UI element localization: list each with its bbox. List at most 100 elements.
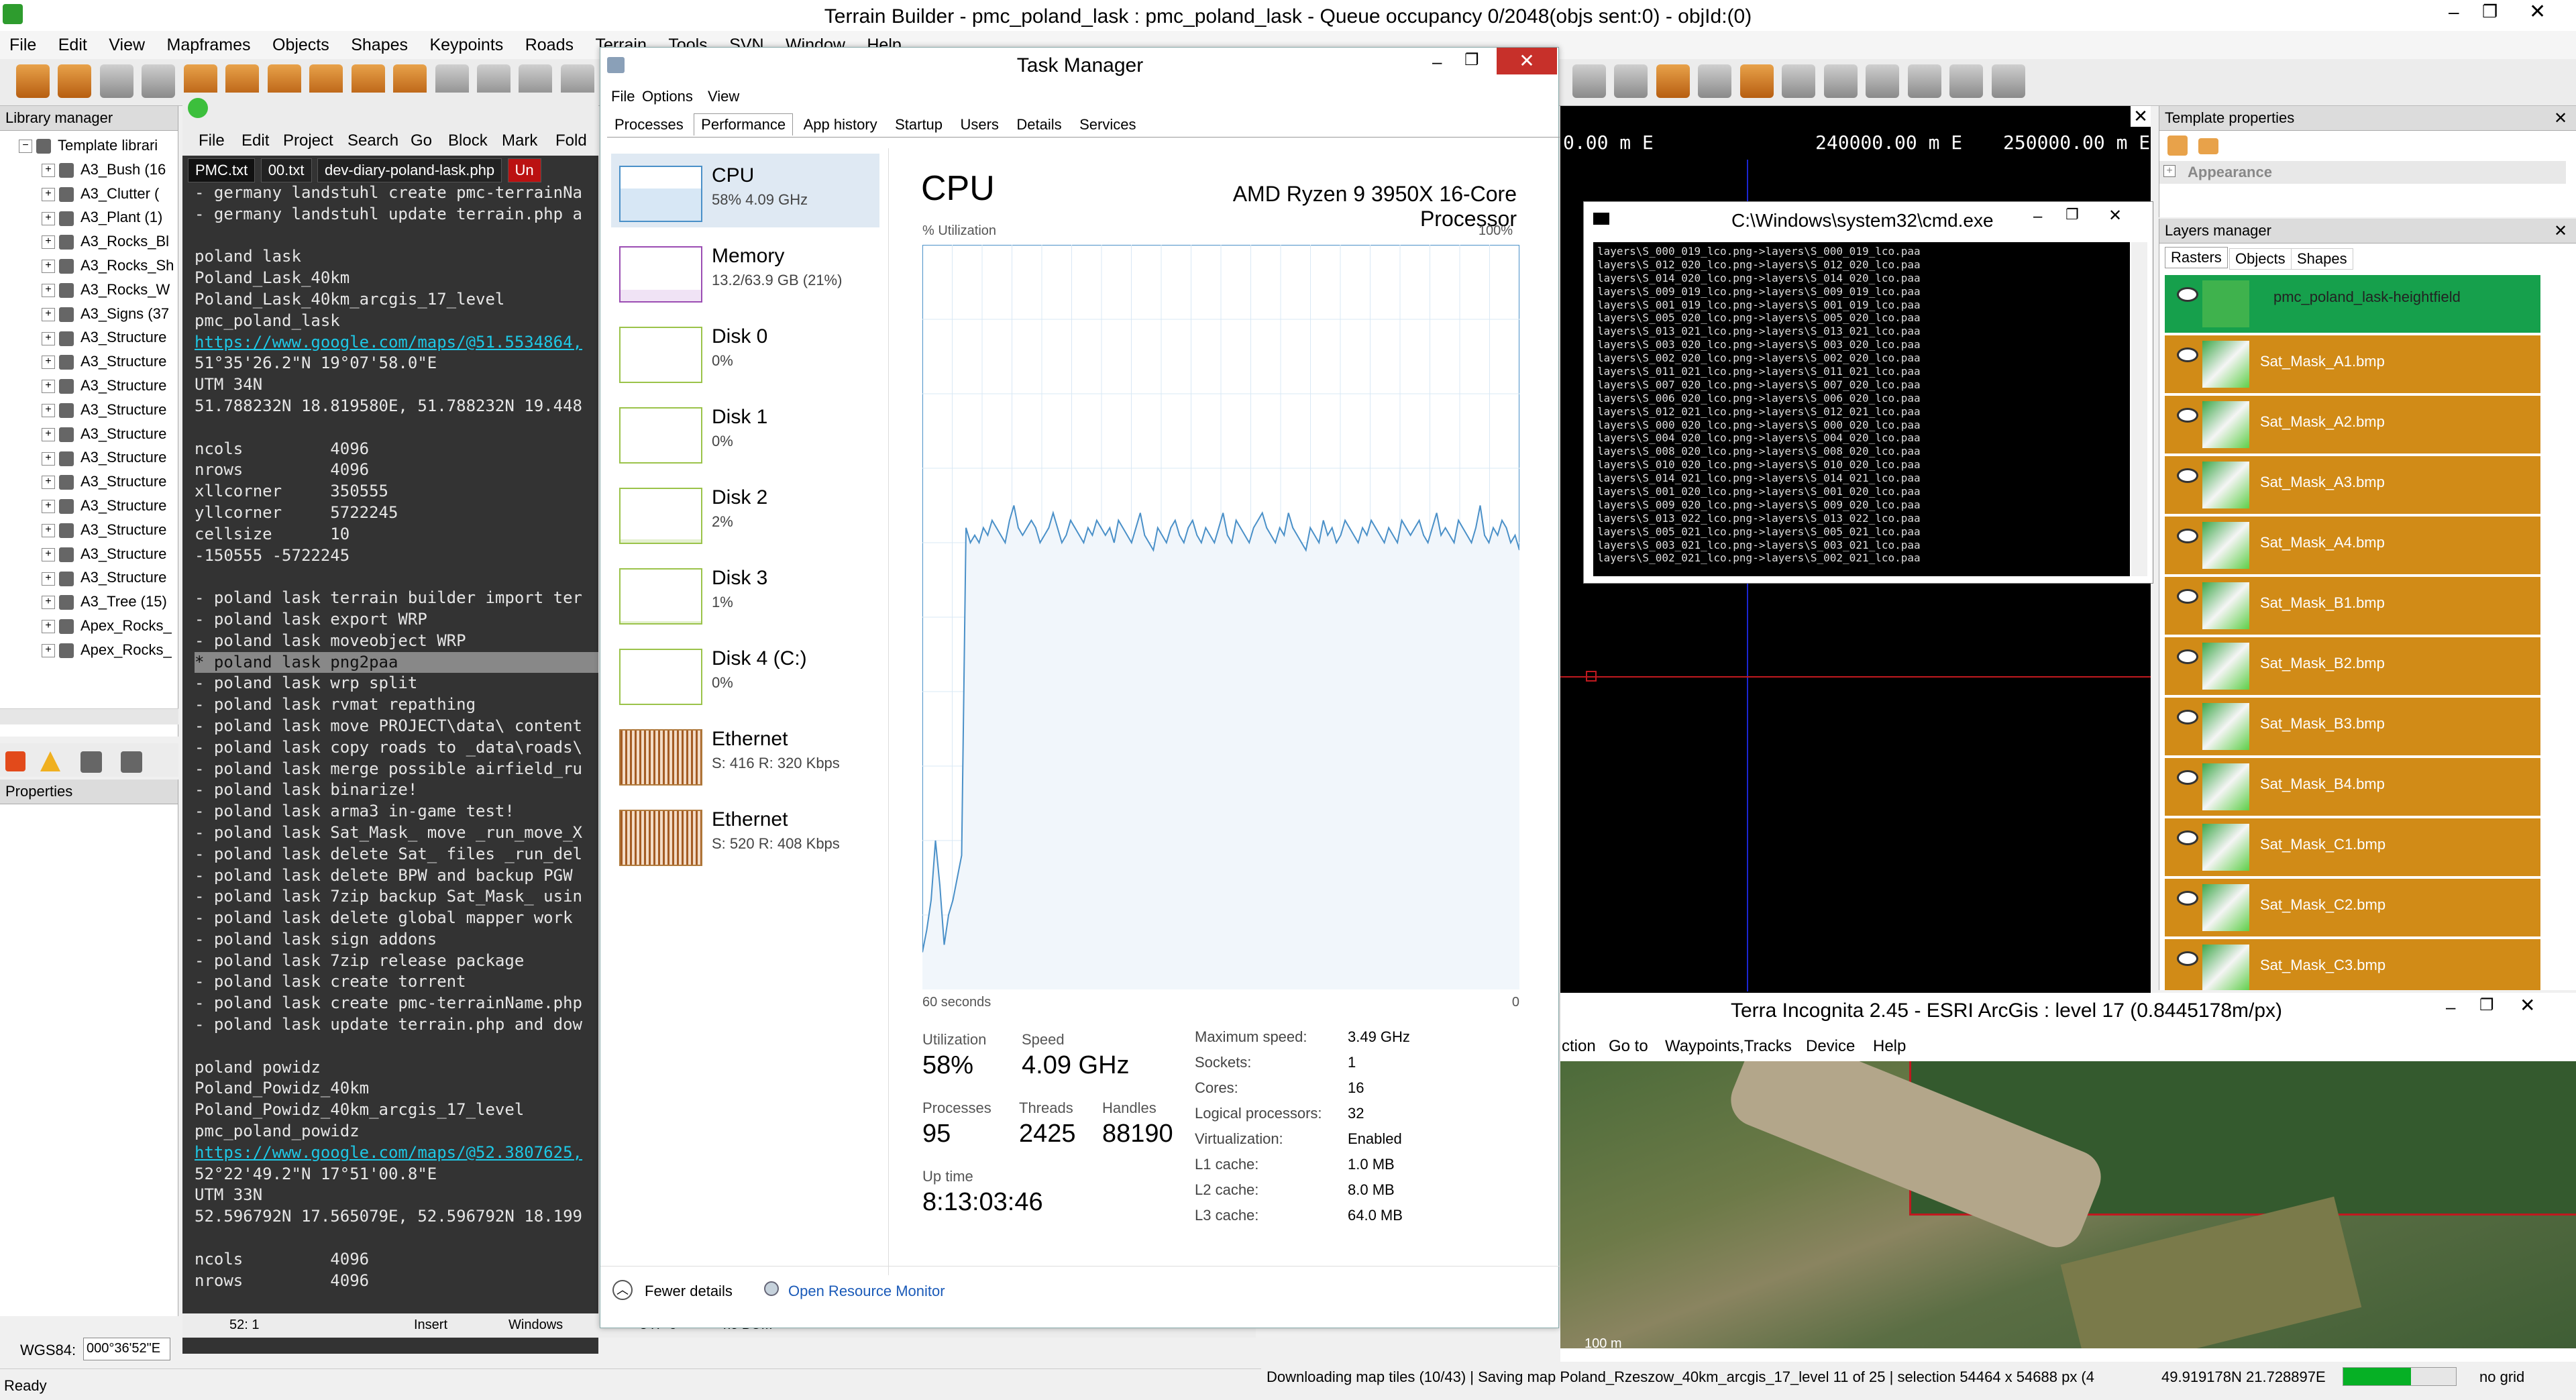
select-icon[interactable]	[1782, 64, 1816, 98]
layer-heightfield[interactable]: pmc_poland_lask-heightfield	[2165, 275, 2540, 335]
tab-00[interactable]: 00.txt	[260, 158, 312, 182]
terra-grid-select[interactable]: no grid	[2479, 1368, 2524, 1386]
tab-untitled[interactable]: Un	[507, 158, 541, 182]
resource-memory[interactable]: Memory 13.2/63.9 GB (21%)	[611, 234, 879, 308]
cmd-maximize[interactable]: ❐	[2065, 206, 2079, 223]
editor-text-area[interactable]: - germany landstuhl create pmc-terrainNa…	[195, 182, 598, 1296]
expand-toggle-icon[interactable]: +	[42, 283, 55, 297]
resource-disk-4[interactable]: Disk 4 (C:) 0%	[611, 637, 879, 710]
expand-toggle-icon[interactable]: +	[42, 331, 55, 345]
layer-row[interactable]: Sat_Mask_B3.bmp	[2165, 698, 2540, 758]
expand-toggle-icon[interactable]: +	[42, 572, 55, 586]
grid-icon[interactable]	[1572, 64, 1606, 98]
layer-row[interactable]: Sat_Mask_A1.bmp	[2165, 335, 2540, 396]
tree-item[interactable]: + A3_Clutter (	[0, 182, 178, 206]
tree-item[interactable]: + A3_Signs (37	[0, 302, 178, 326]
expand-toggle-icon[interactable]: +	[42, 643, 55, 657]
eye-icon[interactable]	[2177, 287, 2198, 302]
expand-toggle-icon[interactable]: +	[42, 187, 55, 201]
library-hscroll[interactable]	[0, 708, 178, 724]
export-icon[interactable]	[121, 751, 142, 773]
layer-row[interactable]: Sat_Mask_B2.bmp	[2165, 637, 2540, 698]
cmd-console[interactable]: layers\S_000_019_lco.png->layers\S_000_0…	[1593, 242, 2130, 576]
expand-toggle-icon[interactable]: +	[42, 235, 55, 250]
tree-item[interactable]: + A3_Structure	[0, 325, 178, 349]
layer-icon[interactable]	[2198, 138, 2218, 154]
close-button[interactable]: ✕	[2529, 0, 2546, 23]
tm-menu-options[interactable]: Options	[642, 88, 693, 105]
tree-item[interactable]: + A3_Rocks_Sh	[0, 254, 178, 278]
tree-item[interactable]: + A3_Structure	[0, 542, 178, 566]
tm-menu-file[interactable]: File	[611, 88, 635, 105]
editor-menu-mark[interactable]: Mark	[502, 131, 537, 150]
expand-toggle-icon[interactable]: +	[42, 380, 55, 394]
editor-menu-file[interactable]: File	[199, 131, 225, 150]
tree-item[interactable]: + A3_Plant (1)	[0, 205, 178, 229]
editor-link-line[interactable]: https://www.google.com/maps/@51.5534864,	[195, 332, 598, 354]
tab-details[interactable]: Details	[1009, 113, 1069, 136]
save-icon[interactable]	[99, 64, 133, 98]
template-properties-close[interactable]: ✕	[2554, 109, 2567, 128]
editor-menu-go[interactable]: Go	[411, 131, 432, 150]
warning-icon[interactable]	[40, 751, 60, 771]
tree-item[interactable]: + A3_Structure	[0, 349, 178, 374]
tm-minimize[interactable]: –	[1432, 52, 1442, 72]
map-view-close[interactable]: ✕	[2131, 106, 2151, 127]
layer-row[interactable]: Sat_Mask_B1.bmp	[2165, 577, 2540, 637]
settings-icon[interactable]	[1991, 64, 2025, 98]
terra-menu-help[interactable]: Help	[1873, 1037, 1906, 1056]
menu-keypoints[interactable]: Keypoints	[420, 31, 513, 59]
tab-processes[interactable]: Processes	[607, 113, 691, 136]
layers-manager-close[interactable]: ✕	[2554, 221, 2567, 241]
expand-toggle-icon[interactable]: +	[42, 163, 55, 177]
tab-users[interactable]: Users	[953, 113, 1006, 136]
zoom-out-icon[interactable]	[1866, 64, 1900, 98]
resource-disk-0[interactable]: Disk 0 0%	[611, 315, 879, 388]
layer-row[interactable]: Sat_Mask_C2.bmp	[2165, 879, 2540, 939]
tab-app-history[interactable]: App history	[796, 113, 885, 136]
editor-menu-project[interactable]: Project	[283, 131, 333, 150]
new-file-icon[interactable]	[16, 64, 50, 98]
menu-shapes[interactable]: Shapes	[341, 31, 417, 59]
layer-row[interactable]: Sat_Mask_B4.bmp	[2165, 758, 2540, 818]
save-all-icon[interactable]	[142, 64, 176, 98]
tab-rasters[interactable]: Rasters	[2165, 247, 2228, 268]
menu-mapframes[interactable]: Mapframes	[158, 31, 260, 59]
tree-item[interactable]: + A3_Structure	[0, 470, 178, 494]
tab-performance[interactable]: Performance	[694, 113, 794, 136]
appearance-row[interactable]: + Appearance	[2159, 161, 2566, 184]
expand-toggle-icon[interactable]: +	[42, 476, 55, 490]
tree-item[interactable]: + A3_Rocks_Bl	[0, 229, 178, 254]
eye-icon[interactable]	[2177, 770, 2198, 785]
tree-item[interactable]: + A3_Structure	[0, 518, 178, 542]
expand-toggle-icon[interactable]: −	[19, 140, 32, 154]
expand-toggle-icon[interactable]: +	[42, 211, 55, 225]
resource-ethernet-2[interactable]: Ethernet S: 520 R: 408 Kbps	[611, 798, 879, 871]
tab-pmc[interactable]: PMC.txt	[188, 158, 256, 182]
tm-maximize[interactable]: ❐	[1464, 50, 1479, 70]
resource-cpu[interactable]: CPU 58% 4.09 GHz	[611, 154, 879, 227]
tree-item[interactable]: + Apex_Rocks_	[0, 638, 178, 662]
layer-row[interactable]: Sat_Mask_C1.bmp	[2165, 818, 2540, 879]
editor-menu-fold[interactable]: Fold	[555, 131, 587, 150]
tree-item[interactable]: + A3_Structure	[0, 398, 178, 422]
layers-stack-icon[interactable]	[2167, 136, 2188, 156]
layer-row[interactable]: Sat_Mask_A4.bmp	[2165, 517, 2540, 577]
pick-icon[interactable]	[1907, 64, 1941, 98]
eye-icon[interactable]	[2177, 710, 2198, 724]
editor-menu-block[interactable]: Block	[448, 131, 488, 150]
menu-objects[interactable]: Objects	[263, 31, 339, 59]
menu-view[interactable]: View	[99, 31, 154, 59]
layer-row[interactable]: Sat_Mask_C3.bmp	[2165, 939, 2540, 990]
open-resource-monitor-link[interactable]: Open Resource Monitor	[788, 1283, 945, 1300]
expand-toggle-icon[interactable]: +	[42, 403, 55, 417]
fewer-details-link[interactable]: Fewer details	[645, 1283, 733, 1300]
tab-services[interactable]: Services	[1072, 113, 1143, 136]
tree-item[interactable]: + A3_Tree (15)	[0, 590, 178, 614]
eye-icon[interactable]	[2177, 589, 2198, 604]
tm-menu-view[interactable]: View	[708, 88, 739, 105]
ruler-icon[interactable]	[1739, 64, 1774, 98]
tree-item[interactable]: + A3_Structure	[0, 422, 178, 446]
wgs-input[interactable]: 000°36'52"E	[83, 1338, 170, 1360]
terra-close[interactable]: ✕	[2520, 994, 2535, 1016]
